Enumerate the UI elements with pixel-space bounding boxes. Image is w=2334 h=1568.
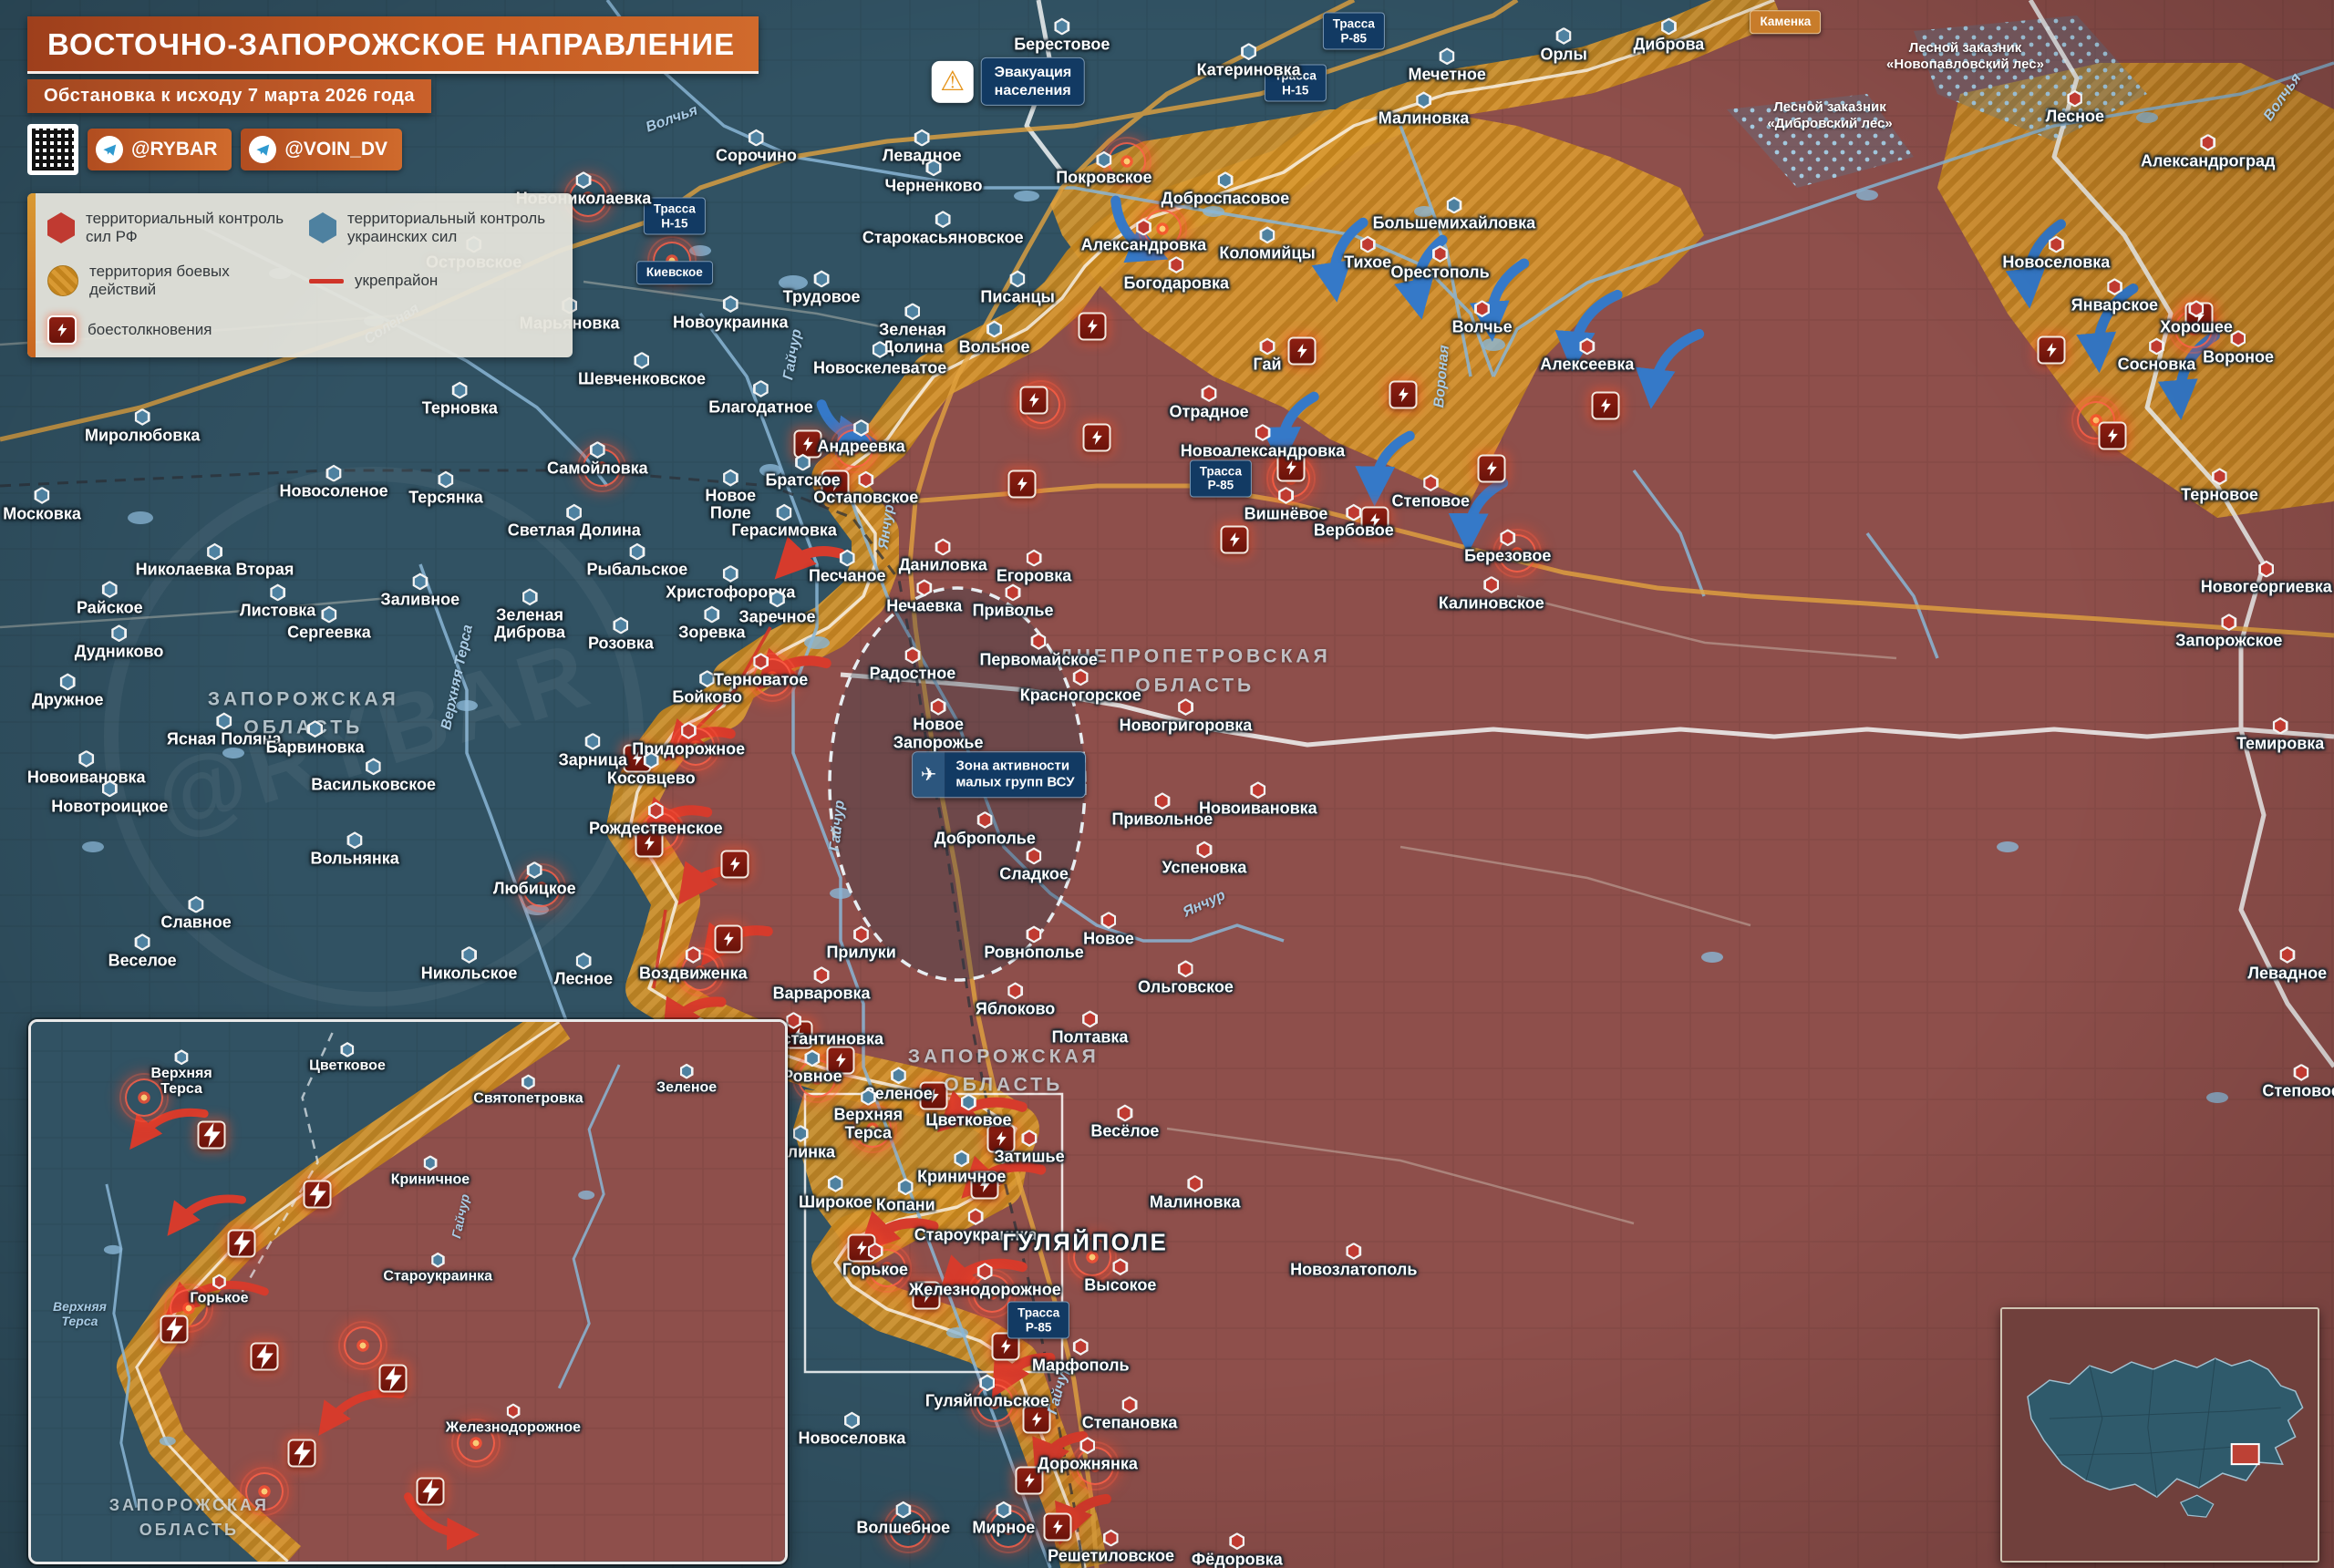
legend-item-combat-zone: территория боевых действий: [47, 263, 296, 299]
current-map-extent: [2232, 1445, 2259, 1465]
page-subtitle: Обстановка к исходу 7 марта 2026 года: [27, 79, 431, 113]
vsu-zone-label: Зона активности малых групп ВСУ: [945, 752, 1085, 798]
legend-item-rf-control: территориальный контроль сил РФ: [47, 210, 296, 246]
qr-code: [27, 124, 78, 175]
inset-geography: [31, 1022, 785, 1562]
warning-icon: ⚠: [932, 60, 974, 102]
drone-icon: ✈: [913, 752, 945, 798]
map-stage: @RYBAR ЗАПОРОЖСКАЯ ОБЛАСТЬДНЕПРОПЕТРОВСК…: [0, 0, 2334, 1568]
legend-item-ua-control: территориальный контроль украинских сил: [309, 210, 558, 246]
page-title: ВОСТОЧНО-ЗАПОРОЖСКОЕ НАПРАВЛЕНИЕ: [27, 16, 759, 74]
channels-row: @RYBAR @VOIN_DV: [27, 124, 402, 175]
legend-label: боестолкновения: [88, 321, 212, 339]
channel-label: @VOIN_DV: [284, 139, 387, 160]
header: ВОСТОЧНО-ЗАПОРОЖСКОЕ НАПРАВЛЕНИЕ Обстано…: [27, 16, 759, 175]
legend: территориальный контроль сил РФ территор…: [27, 193, 573, 357]
channel-voin-dv[interactable]: @VOIN_DV: [241, 129, 402, 170]
channel-label: @RYBAR: [131, 139, 217, 160]
telegram-icon: [249, 136, 276, 163]
legend-item-fortification: укрепрайон: [309, 263, 558, 299]
channel-rybar[interactable]: @RYBAR: [88, 129, 232, 170]
evacuation-badge: ⚠ Эвакуация населения: [932, 57, 1086, 105]
legend-label: территория боевых действий: [89, 263, 296, 299]
legend-label: территориальный контроль украинских сил: [347, 210, 558, 246]
telegram-icon: [96, 136, 123, 163]
fortification-swatch: [309, 279, 344, 284]
clash-swatch: [47, 315, 77, 345]
legend-label: территориальный контроль сил РФ: [86, 210, 296, 246]
detail-inset: ЗАПОРОЖСКАЯ ОБЛАСТЬВерхняя ТерсаГайчур В…: [28, 1019, 788, 1564]
evacuation-label: Эвакуация населения: [981, 57, 1086, 105]
legend-label: укрепрайон: [355, 272, 438, 290]
rf-control-swatch: [47, 212, 75, 243]
vsu-zone-badge: ✈ Зона активности малых групп ВСУ: [912, 751, 1087, 799]
ukraine-minimap: [2000, 1307, 2319, 1562]
legend-item-clashes: боестолкновения: [47, 315, 296, 345]
ua-control-swatch: [309, 212, 336, 243]
combat-zone-swatch: [47, 265, 78, 296]
